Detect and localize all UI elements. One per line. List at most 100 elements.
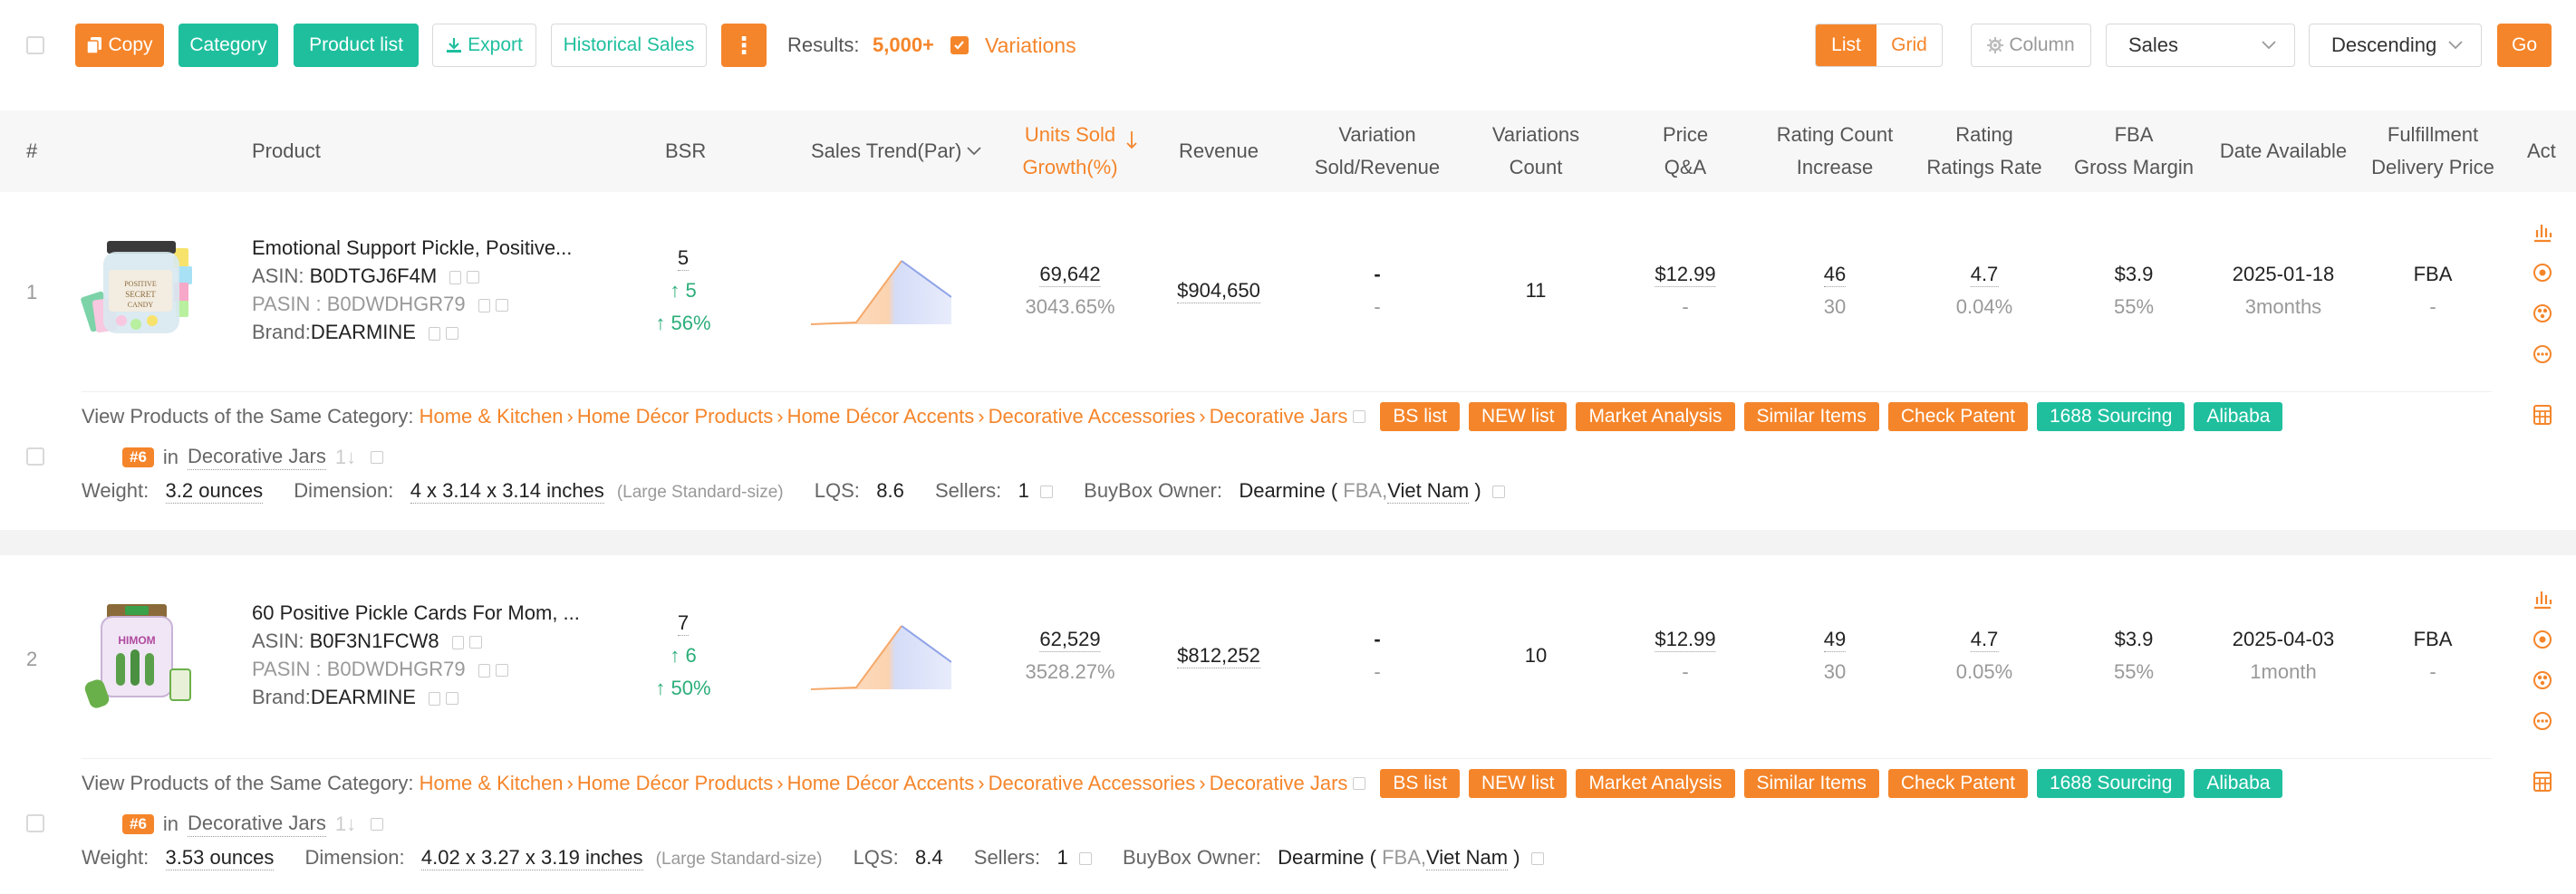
external-link-icon[interactable] xyxy=(467,271,480,284)
rank-category-link[interactable]: Decorative Jars xyxy=(188,812,326,837)
new-list-tag[interactable]: NEW list xyxy=(1468,769,1568,798)
copy-icon[interactable] xyxy=(451,635,464,649)
category-link[interactable]: Home Décor Accents xyxy=(787,772,975,795)
external-link-icon[interactable] xyxy=(468,636,482,649)
col-bsr[interactable]: BSR xyxy=(665,111,706,192)
sort-field-select[interactable]: Sales xyxy=(2106,24,2295,67)
external-link-icon[interactable] xyxy=(371,818,384,831)
col-variations-count[interactable]: Variations Count xyxy=(1459,111,1613,192)
check-patent-tag[interactable]: Check Patent xyxy=(1887,769,2028,798)
col-units-sold[interactable]: Units Sold Growth(%) xyxy=(993,111,1147,192)
new-list-tag[interactable]: NEW list xyxy=(1468,402,1568,431)
col-variation-sold[interactable]: Variation Sold/Revenue xyxy=(1287,111,1468,192)
more-button[interactable]: ⋮ xyxy=(721,24,767,67)
external-link-icon[interactable] xyxy=(495,664,508,678)
sort-order-select[interactable]: Descending xyxy=(2309,24,2482,67)
external-link-icon[interactable] xyxy=(446,327,459,341)
external-link-icon[interactable] xyxy=(1353,410,1366,423)
bar-chart-icon[interactable] xyxy=(2532,221,2553,243)
external-link-icon[interactable] xyxy=(1353,777,1366,790)
similar-items-tag[interactable]: Similar Items xyxy=(1743,769,1879,798)
product-image[interactable]: POSITIVE SECRET CANDY xyxy=(80,230,198,348)
category-link[interactable]: Decorative Jars xyxy=(1210,772,1348,795)
nodes-icon[interactable] xyxy=(2532,303,2553,324)
sourcing-1688-tag[interactable]: 1688 Sourcing xyxy=(2036,402,2185,431)
external-link-icon[interactable] xyxy=(1040,485,1054,499)
copy-icon[interactable] xyxy=(478,663,490,678)
buybox-owner[interactable]: Dearmine xyxy=(1278,846,1364,869)
sales-trend-sparkline[interactable] xyxy=(811,246,951,328)
category-link[interactable]: Home Décor Products xyxy=(577,405,773,428)
check-patent-tag[interactable]: Check Patent xyxy=(1887,402,2028,431)
copy-icon[interactable] xyxy=(429,326,441,341)
sort-icon[interactable]: 1↓ xyxy=(335,812,356,836)
column-button[interactable]: Column xyxy=(1971,24,2091,67)
similar-items-tag[interactable]: Similar Items xyxy=(1743,402,1879,431)
copy-button[interactable]: Copy xyxy=(75,24,164,67)
buybox-owner[interactable]: Dearmine xyxy=(1239,479,1325,502)
category-button[interactable]: Category xyxy=(178,24,278,67)
bs-list-tag[interactable]: BS list xyxy=(1380,402,1460,431)
asin-value[interactable]: B0DTGJ6F4M xyxy=(310,264,438,287)
col-sales-trend[interactable]: Sales Trend(Par) xyxy=(811,111,981,192)
category-link[interactable]: Decorative Accessories xyxy=(989,405,1196,428)
copy-icon[interactable] xyxy=(429,691,441,706)
col-rating[interactable]: Rating Ratings Rate xyxy=(1912,111,2057,192)
col-date-available[interactable]: Date Available xyxy=(2206,111,2360,192)
category-link[interactable]: Decorative Accessories xyxy=(989,772,1196,795)
col-price[interactable]: Price Q&A xyxy=(1613,111,1758,192)
row-checkbox[interactable] xyxy=(26,447,44,466)
brand-value[interactable]: DEARMINE xyxy=(311,686,416,708)
copy-icon[interactable] xyxy=(478,298,490,312)
nodes-icon[interactable] xyxy=(2532,669,2553,691)
target-icon[interactable] xyxy=(2532,629,2553,650)
col-revenue[interactable]: Revenue xyxy=(1137,111,1300,192)
category-link[interactable]: Home Décor Products xyxy=(577,772,773,795)
asin-value[interactable]: B0F3N1FCW8 xyxy=(310,630,439,652)
external-link-icon[interactable] xyxy=(446,692,459,706)
col-fulfillment[interactable]: Fulfillment Delivery Price xyxy=(2356,111,2510,192)
sales-trend-sparkline[interactable] xyxy=(811,611,951,693)
col-rating-count[interactable]: Rating Count Increase xyxy=(1753,111,1916,192)
product-title[interactable]: 60 Positive Pickle Cards For Mom, ... xyxy=(252,601,580,625)
variations-checkbox[interactable] xyxy=(950,36,969,54)
sellers-value[interactable]: 1 xyxy=(1056,846,1067,869)
go-button[interactable]: Go xyxy=(2497,24,2552,67)
row-checkbox[interactable] xyxy=(26,814,44,832)
more-circle-icon[interactable] xyxy=(2532,343,2553,365)
copy-icon[interactable] xyxy=(449,270,462,284)
brand-value[interactable]: DEARMINE xyxy=(311,321,416,343)
variations-label[interactable]: Variations xyxy=(985,24,1076,67)
view-list-button[interactable]: List xyxy=(1816,24,1877,66)
external-link-icon[interactable] xyxy=(1078,852,1092,866)
bs-list-tag[interactable]: BS list xyxy=(1380,769,1460,798)
product-title[interactable]: Emotional Support Pickle, Positive... xyxy=(252,236,572,260)
export-button[interactable]: Export xyxy=(432,24,536,67)
calculator-icon[interactable] xyxy=(2532,771,2553,793)
pasin-value[interactable]: B0DWDHGR79 xyxy=(327,658,466,680)
category-link[interactable]: Decorative Jars xyxy=(1210,405,1348,428)
external-link-icon[interactable] xyxy=(495,299,508,312)
view-grid-button[interactable]: Grid xyxy=(1877,24,1942,66)
bar-chart-icon[interactable] xyxy=(2532,588,2553,610)
pasin-value[interactable]: B0DWDHGR79 xyxy=(327,293,466,315)
category-link[interactable]: Home & Kitchen xyxy=(420,772,564,795)
external-link-icon[interactable] xyxy=(1491,485,1505,499)
col-fba[interactable]: FBA Gross Margin xyxy=(2057,111,2211,192)
historical-sales-button[interactable]: Historical Sales xyxy=(551,24,707,67)
external-link-icon[interactable] xyxy=(1530,852,1544,866)
sort-icon[interactable]: 1↓ xyxy=(335,446,356,469)
sourcing-1688-tag[interactable]: 1688 Sourcing xyxy=(2036,769,2185,798)
target-icon[interactable] xyxy=(2532,262,2553,284)
select-all-checkbox[interactable] xyxy=(26,36,44,54)
alibaba-tag[interactable]: Alibaba xyxy=(2194,769,2283,798)
category-link[interactable]: Home Décor Accents xyxy=(787,405,975,428)
product-list-button[interactable]: Product list xyxy=(294,24,419,67)
calculator-icon[interactable] xyxy=(2532,404,2553,426)
sellers-value[interactable]: 1 xyxy=(1018,479,1029,502)
rank-category-link[interactable]: Decorative Jars xyxy=(188,445,326,470)
external-link-icon[interactable] xyxy=(371,451,384,464)
product-image[interactable]: HIMOM xyxy=(80,597,198,715)
market-analysis-tag[interactable]: Market Analysis xyxy=(1576,769,1735,798)
market-analysis-tag[interactable]: Market Analysis xyxy=(1576,402,1735,431)
